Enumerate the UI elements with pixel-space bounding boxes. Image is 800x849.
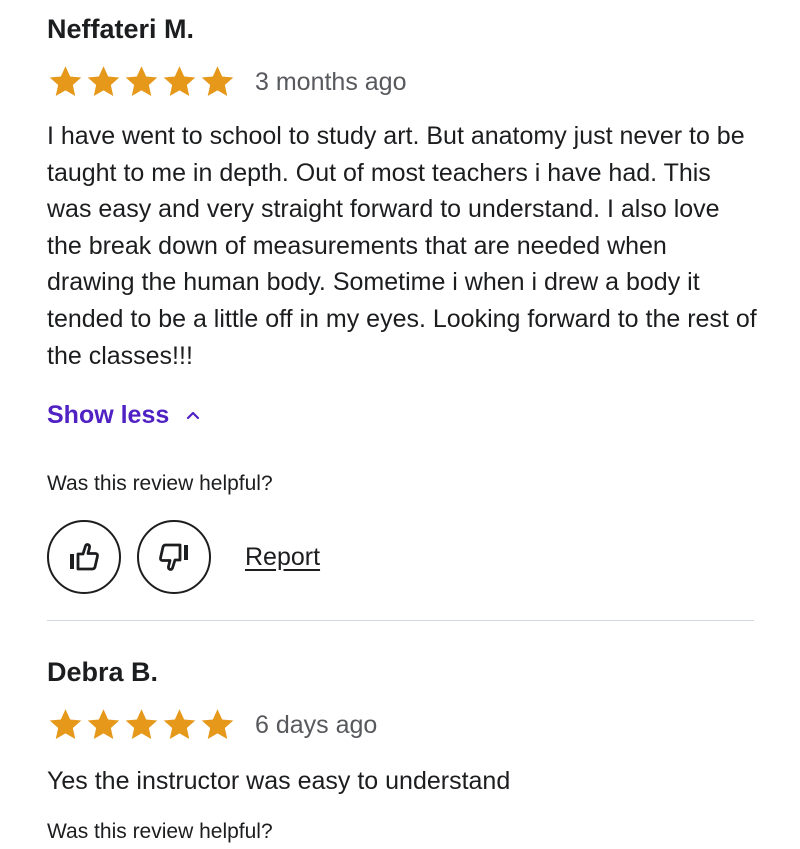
thumbs-up-icon [70,543,99,571]
show-less-button[interactable]: Show less [47,398,203,432]
star-icon [163,709,196,739]
star-icon [87,66,120,96]
star-icon [201,709,234,739]
review-text: I have went to school to study art. But … [47,122,757,370]
star-icon [49,66,82,96]
review-text: Yes the instructor was easy to understan… [47,767,511,795]
rating-row: 6 days ago [47,705,754,745]
rating-row: 3 months ago [47,62,754,102]
review-date: 3 months ago [255,68,407,96]
feedback-row: Report [47,520,754,595]
helpful-prompt: Was this review helpful? [47,819,273,843]
thumbs-up-button[interactable] [47,520,121,595]
star-icon [125,66,158,96]
reviewer-name: Neffateri M. [47,14,195,44]
star-rating [47,64,237,100]
star-icon [87,709,120,739]
star-icon [125,709,158,739]
thumbs-down-button[interactable] [137,520,211,595]
helpful-prompt: Was this review helpful? [47,472,273,496]
star-icon [163,66,196,96]
star-icon [201,66,234,96]
report-link[interactable]: Report [245,543,320,572]
star-rating [47,707,237,743]
review-card: Debra B. 6 days ago Yes the instructor w… [47,653,754,846]
chevron-up-icon [187,412,200,420]
review-card: Neffateri M. 3 months ago I have went to… [47,10,757,595]
thumbs-down-icon [159,543,188,571]
star-icon [49,709,82,739]
review-date: 6 days ago [255,711,378,739]
review-divider [47,620,754,621]
reviewer-name: Debra B. [47,657,159,687]
show-less-label: Show less [47,401,170,430]
